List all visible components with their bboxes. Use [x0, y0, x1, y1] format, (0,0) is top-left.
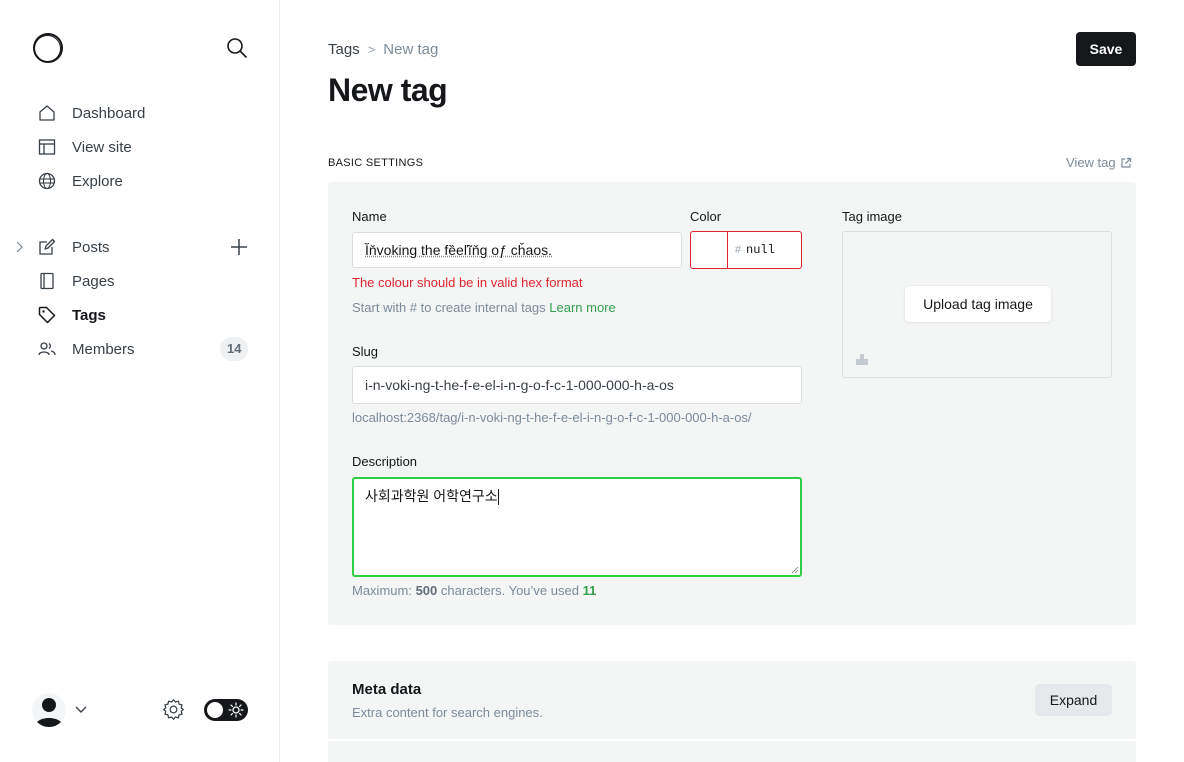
description-textarea[interactable]: 사회과학원 어학연구소: [352, 477, 802, 577]
counter-prefix: Maximum:: [352, 583, 412, 598]
slug-url-preview: localhost:2368/tag/i-n-voki-ng-t-he-f-e-…: [352, 410, 752, 425]
sidebar-item-dashboard[interactable]: Dashboard: [0, 96, 280, 130]
members-icon: [38, 342, 56, 356]
description-label: Description: [352, 454, 418, 469]
user-avatar-icon: [35, 698, 63, 727]
sidebar-item-label: View site: [72, 139, 132, 156]
globe-icon: [38, 172, 56, 190]
sidebar-item-posts[interactable]: Posts: [0, 230, 280, 264]
slug-value: i-n-voki-ng-t-he-f-e-el-i-n-g-o-f-c-1-00…: [365, 377, 674, 393]
color-error-message: The colour should be in valid hex format: [352, 275, 583, 290]
counter-max: 500: [415, 583, 438, 598]
breadcrumb: Tags > New tag: [328, 41, 438, 58]
image-placeholder-icon: [856, 354, 868, 365]
chevron-right-icon[interactable]: [14, 241, 24, 253]
toggle-knob: [207, 702, 223, 718]
sidebar-item-tags[interactable]: Tags: [0, 298, 280, 332]
section-heading: BASIC SETTINGS: [328, 157, 424, 169]
ghost-logo-icon[interactable]: [32, 32, 64, 64]
page-title: New tag: [328, 72, 448, 108]
view-tag-label: View tag: [1066, 155, 1116, 170]
slug-field[interactable]: i-n-voki-ng-t-he-f-e-el-i-n-g-o-f-c-1-00…: [352, 366, 802, 404]
breadcrumb-current: New tag: [383, 41, 439, 58]
theme-toggle[interactable]: [204, 699, 248, 721]
counter-used: 11: [582, 583, 597, 598]
name-value: Ĭňvoking the fȅeľĩňg oƒ cȟaos.: [365, 242, 552, 258]
expand-meta-button[interactable]: Expand: [1035, 684, 1112, 716]
meta-data-title: Meta data: [352, 681, 422, 698]
tag-image-label: Tag image: [842, 209, 902, 224]
color-value: null: [746, 243, 775, 257]
sun-icon: [228, 702, 244, 718]
sidebar-item-explore[interactable]: Explore: [0, 164, 280, 198]
sidebar-item-label: Members: [72, 341, 135, 358]
character-counter: Maximum: 500 characters. You’ve used 11: [352, 583, 596, 598]
sidebar: Dashboard View site Explore Posts Pages …: [0, 0, 280, 762]
house-icon: [39, 105, 55, 121]
gear-icon[interactable]: [162, 698, 185, 721]
sidebar-item-label: Explore: [72, 173, 123, 190]
meta-data-subtitle: Extra content for search engines.: [352, 705, 543, 720]
breadcrumb-tags-link[interactable]: Tags: [328, 41, 360, 58]
avatar[interactable]: [32, 693, 66, 727]
sidebar-item-label: Dashboard: [72, 105, 146, 122]
sidebar-item-view-site[interactable]: View site: [0, 130, 280, 164]
view-tag-link[interactable]: View tag: [1066, 155, 1132, 170]
learn-more-link[interactable]: Learn more: [549, 300, 615, 315]
pencil-square-icon: [39, 238, 56, 255]
color-label: Color: [690, 209, 722, 224]
upload-tag-image-button[interactable]: Upload tag image: [905, 286, 1051, 322]
sidebar-item-label: Tags: [72, 307, 106, 324]
name-label: Name: [352, 209, 387, 224]
sidebar-item-members[interactable]: Members 14: [0, 332, 280, 366]
description-value: 사회과학원 어학연구소: [365, 488, 498, 504]
save-button[interactable]: Save: [1076, 32, 1136, 66]
color-swatch[interactable]: [691, 232, 728, 268]
counter-mid: characters. You’ve used: [440, 583, 579, 598]
name-field[interactable]: Ĭňvoking the fȅeľĩňg oƒ cȟaos.: [352, 232, 682, 268]
search-icon[interactable]: [226, 37, 248, 59]
members-count-badge: 14: [220, 337, 249, 361]
sidebar-item-pages[interactable]: Pages: [0, 264, 280, 298]
breadcrumb-separator: >: [367, 42, 376, 57]
color-hash: #: [735, 244, 742, 256]
color-field[interactable]: # null: [690, 231, 802, 269]
tag-icon: [38, 306, 56, 324]
meta-data-section: Meta data Extra content for search engin…: [328, 661, 1136, 740]
name-hint: Start with # to create internal tags Lea…: [352, 300, 616, 315]
next-section: [328, 741, 1136, 762]
slug-label: Slug: [352, 344, 379, 359]
chevron-down-icon[interactable]: [74, 704, 88, 716]
tag-image-dropzone[interactable]: Upload tag image: [842, 231, 1112, 378]
page-icon: [40, 272, 54, 290]
resize-handle-icon[interactable]: [791, 566, 799, 574]
sidebar-item-label: Pages: [72, 273, 115, 290]
text-caret: [497, 489, 499, 506]
external-link-icon: [1121, 157, 1131, 168]
name-hint-text: Start with # to create internal tags: [352, 300, 546, 315]
layout-icon: [38, 139, 56, 155]
sidebar-item-label: Posts: [72, 239, 110, 256]
add-post-icon[interactable]: [228, 236, 250, 258]
